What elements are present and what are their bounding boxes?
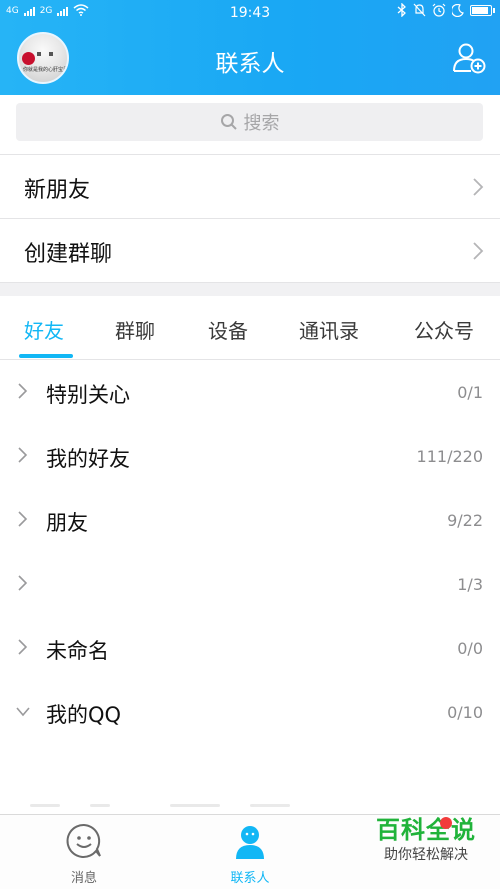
page-title: 联系人: [215, 51, 285, 77]
tab-devices[interactable]: 设备: [208, 315, 248, 344]
friend-group-row[interactable]: 未命名 0/0: [0, 616, 500, 680]
friend-group-row[interactable]: 特别关心 0/1: [0, 360, 500, 424]
smile-bubble-icon: [66, 823, 101, 858]
nav-contacts[interactable]: 联系人: [225, 823, 275, 886]
person-icon: [236, 826, 264, 859]
tab-groups[interactable]: 群聊: [115, 315, 155, 344]
active-tab-indicator: [19, 354, 73, 358]
moon-icon: [452, 3, 464, 17]
group-name: 我的QQ: [46, 703, 122, 727]
chevron-right-icon: [473, 178, 484, 196]
chevron-right-icon: [18, 383, 28, 399]
search-input[interactable]: 搜索: [16, 103, 483, 141]
chevron-right-icon: [18, 447, 28, 463]
group-count: 9/22: [447, 511, 483, 530]
friend-group-row[interactable]: 朋友 9/22: [0, 488, 500, 552]
nav-messages[interactable]: 消息: [63, 823, 105, 886]
new-friends-row[interactable]: 新朋友: [0, 154, 500, 217]
mute-bell-icon: [413, 3, 426, 17]
search-area: 搜索: [0, 95, 500, 155]
app-header: 4G 2G 19:43 你就是我的心肝宝贝 联系人: [0, 0, 500, 95]
bluetooth-icon: [397, 3, 406, 17]
friend-group-row[interactable]: 我的好友 111/220: [0, 424, 500, 488]
chevron-right-icon: [18, 511, 28, 527]
contact-tabs: 好友 群聊 设备 通讯录 公众号: [0, 296, 500, 360]
group-count: 0/0: [457, 639, 483, 658]
create-group-label: 创建群聊: [24, 242, 113, 267]
status-right: [397, 3, 495, 17]
status-bar: 4G 2G 19:43: [0, 0, 500, 26]
new-friends-label: 新朋友: [24, 178, 91, 203]
chevron-down-icon: [16, 707, 30, 717]
create-group-row[interactable]: 创建群聊: [0, 218, 500, 281]
group-count: 1/3: [457, 575, 483, 594]
group-name: 特别关心: [46, 383, 130, 407]
watermark-logo: 百科全说 助你轻松解决: [366, 814, 486, 864]
chevron-right-icon: [473, 242, 484, 260]
friend-group-row-expanded[interactable]: 我的QQ 0/10: [0, 680, 500, 744]
nav-contacts-label: 联系人: [230, 871, 270, 886]
group-name: 未命名: [46, 639, 109, 663]
section-divider: [0, 282, 500, 296]
search-placeholder: 搜索: [243, 113, 280, 134]
tab-address-book[interactable]: 通讯录: [299, 315, 359, 344]
add-friend-icon[interactable]: [452, 42, 486, 74]
chevron-right-icon: [18, 639, 28, 655]
friend-group-row[interactable]: 1/3: [0, 552, 500, 616]
battery-icon: [470, 4, 495, 16]
tab-official-accounts[interactable]: 公众号: [414, 315, 474, 344]
faded-scroll-content: [30, 800, 310, 812]
notification-dot: [440, 817, 452, 829]
chevron-right-icon: [18, 575, 28, 591]
watermark-slogan: 助你轻松解决: [384, 847, 468, 863]
group-count: 0/10: [447, 703, 483, 722]
watermark-brand: 百科全说: [376, 816, 476, 844]
group-count: 0/1: [457, 383, 483, 402]
alarm-icon: [432, 3, 446, 17]
search-icon: [220, 114, 237, 130]
group-count: 111/220: [416, 447, 483, 466]
group-name: 我的好友: [46, 447, 130, 471]
nav-messages-label: 消息: [70, 871, 97, 886]
group-name: 朋友: [46, 511, 88, 535]
tab-friends[interactable]: 好友: [24, 315, 64, 344]
